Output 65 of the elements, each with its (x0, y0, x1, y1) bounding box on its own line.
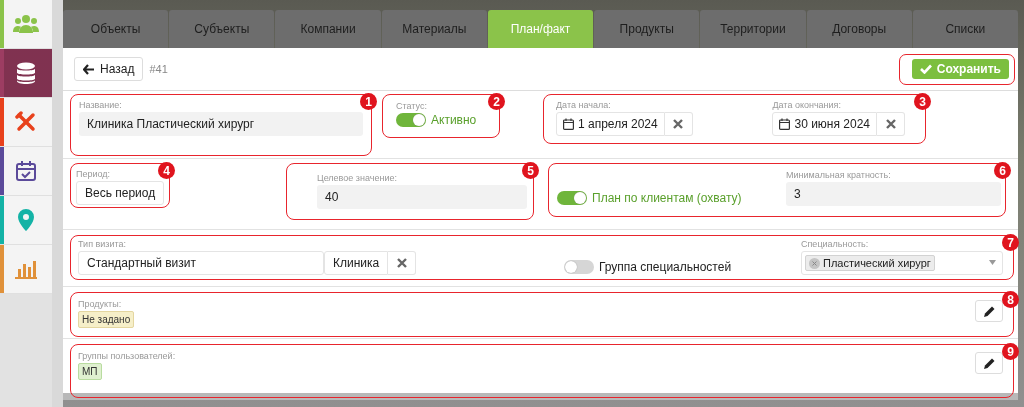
pencil-icon (983, 305, 995, 317)
date-field[interactable]: 30 июня 2024 (772, 112, 877, 136)
callout-number: 7 (1002, 234, 1019, 251)
target-field[interactable]: 40 (317, 185, 527, 209)
callout-number: 3 (914, 93, 931, 110)
edit-button[interactable] (975, 300, 1003, 322)
field-label: Дата начала: (556, 100, 612, 110)
field-label: Специальность: (801, 239, 870, 249)
callout-number: 5 (522, 162, 539, 179)
clear-button[interactable] (664, 112, 693, 136)
callout-number: 6 (994, 162, 1011, 179)
tools-icon (15, 111, 37, 133)
clear-button[interactable] (877, 112, 905, 136)
toggle-label: План по клиентам (охвату) (592, 191, 742, 205)
callout-number: 9 (1002, 343, 1019, 360)
close-icon (673, 119, 684, 129)
name-field[interactable]: Клиника Пластический хирург (79, 112, 363, 136)
field-label: Дата окончания: (772, 100, 842, 110)
field-label: Минимальная кратность: (786, 170, 892, 180)
sidebar-item[interactable] (0, 49, 52, 98)
date-field[interactable]: 1 апреля 2024 (556, 112, 665, 136)
toggle-switch[interactable] (396, 113, 426, 127)
database-icon (16, 62, 36, 84)
toggle-switch[interactable] (564, 260, 594, 274)
field-label: Продукты: (78, 299, 123, 309)
field-label: Группы пользователей: (78, 351, 176, 361)
close-icon (885, 119, 896, 129)
field-label: Статус: (396, 101, 428, 111)
clear-button[interactable] (388, 251, 417, 275)
visit-type-select[interactable]: Стандартный визит (78, 251, 324, 275)
callout-number: 1 (360, 93, 377, 110)
arrow-left-icon (83, 63, 95, 75)
map-pin-icon (18, 209, 34, 231)
specialty-chip: Пластический хирург (805, 255, 935, 271)
callout-number: 2 (488, 93, 505, 110)
close-icon (396, 258, 407, 268)
tag: МП (78, 363, 102, 380)
tag: Не задано (78, 311, 135, 328)
sidebar-item[interactable] (0, 98, 52, 147)
callout-number: 8 (1002, 291, 1019, 308)
field-label: Целевое значение: (317, 173, 398, 183)
period-select[interactable]: Весь период (76, 181, 164, 205)
record-id: #41 (149, 63, 168, 75)
callout-number: 4 (158, 162, 175, 179)
bar-chart-icon (15, 259, 37, 279)
pencil-icon (983, 357, 995, 369)
multiplicity-field[interactable]: 3 (786, 182, 1001, 206)
field-label: Период: (76, 169, 112, 179)
remove-icon[interactable] (809, 257, 820, 269)
toggle-switch[interactable] (557, 191, 587, 205)
specialty-select[interactable]: Пластический хирург (801, 251, 1003, 275)
calendar-icon (779, 118, 791, 130)
status-label: Активно (431, 113, 477, 127)
field-label: Тип визита: (78, 239, 127, 249)
edit-button[interactable] (975, 352, 1003, 374)
toggle-label: Группа специальностей (599, 260, 732, 274)
people-icon (13, 14, 39, 34)
caret-icon (989, 260, 996, 265)
calendar-icon (15, 160, 37, 182)
place-select[interactable]: Клиника (324, 251, 389, 275)
checkmark-icon (919, 63, 932, 74)
field-label: Название: (79, 100, 123, 110)
calendar-icon (563, 118, 574, 130)
sidebar-item[interactable] (0, 147, 52, 196)
back-button[interactable]: Назад (74, 57, 144, 81)
